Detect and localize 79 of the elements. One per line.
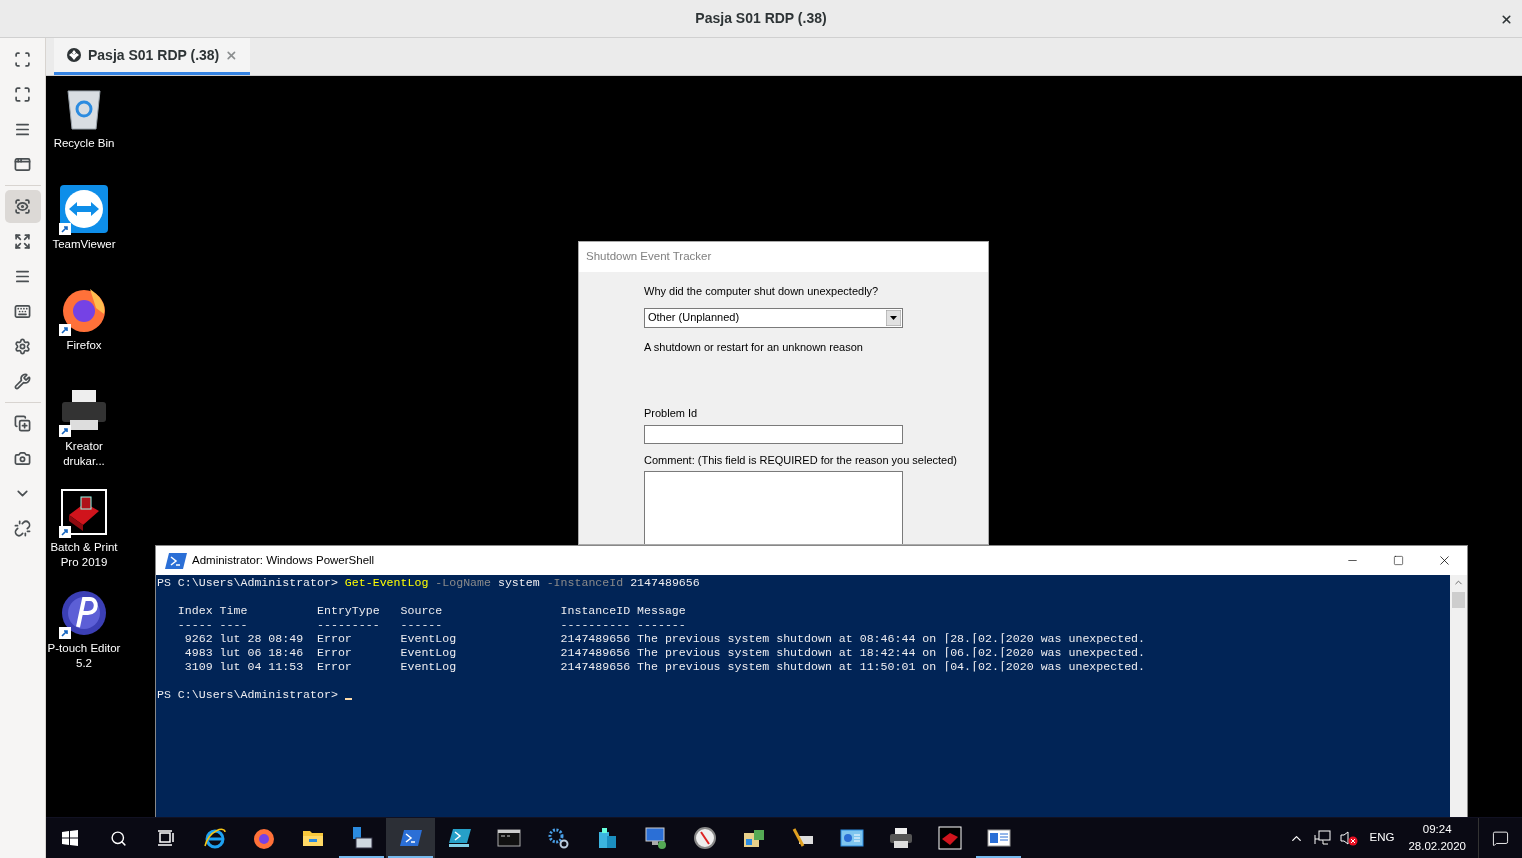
running-indicator — [339, 856, 384, 858]
firefox-icon — [60, 286, 108, 334]
dropdown-arrow-icon — [886, 309, 901, 326]
search-icon — [109, 829, 127, 847]
dropdown-value: Other (Unplanned) — [648, 310, 741, 326]
console-line: Index Time EntryType Source InstanceID Message — [176, 604, 686, 618]
question-label: Why did the computer shut down unexpectedly? — [644, 284, 879, 299]
shortcut-label: P-touch Editor 5.2 — [46, 641, 122, 671]
console-line: ----- ---- --------- ------ ---------- ------- — [176, 618, 686, 632]
dialog-title: Shutdown Event Tracker — [586, 249, 712, 265]
close-icon — [1499, 12, 1513, 26]
close-tab-icon[interactable] — [225, 48, 238, 62]
scan-icon — [14, 198, 31, 215]
toolbar-button[interactable] — [4, 190, 41, 223]
tab-label: Pasja S01 RDP (.38) — [88, 45, 220, 65]
scan-icon — [14, 51, 31, 68]
teamviewer-icon — [60, 185, 108, 233]
desktop-shortcut[interactable]: P-touch Editor 5.2 — [46, 587, 122, 688]
comment-label: Comment: (This field is REQUIRED for the reason you selected) — [644, 452, 957, 468]
clock-time: 09:24 — [1422, 822, 1452, 837]
desktop-shortcut[interactable]: Kreator drukar... — [46, 385, 122, 486]
console-line: 3109 lut 04 11:53 Error EventLog 2147489656 The previous system shutdown at 11:50:01 on ⌈04.⌈02.⌈2020 was unexpected. — [183, 660, 1146, 674]
running-indicator — [976, 856, 1021, 858]
desktop-shortcut[interactable]: TeamViewer — [46, 183, 122, 284]
label-printer-icon — [61, 489, 107, 535]
monitor-icon — [643, 826, 668, 850]
clock[interactable]: 09:24 28.02.2020 — [1408, 821, 1466, 855]
taskbar-app[interactable] — [386, 818, 435, 858]
compass-icon — [692, 826, 717, 850]
shortcut-label: Firefox — [65, 338, 103, 353]
windows-logo-icon — [62, 830, 78, 846]
unlink-icon — [14, 520, 31, 537]
console-line: PS C:\Users\Administrator> — [157, 688, 352, 702]
expand-icon — [14, 233, 31, 250]
fullscreen-icon — [14, 86, 31, 103]
console-line: 4983 lut 06 18:46 Error EventLog 2147489656 The previous system shutdown at 18:42:44 on ⌈06.⌈02.⌈2020 was unexpected. — [183, 646, 1146, 660]
reason-dropdown[interactable]: Other (Unplanned) — [644, 307, 903, 328]
shortcut-label: Kreator drukar... — [62, 439, 106, 469]
internet-explorer-icon — [202, 826, 227, 850]
console-line: PS C:\Users\Administrator> Get-EventLog -LogName system -InstanceId 2147489656 — [157, 576, 700, 590]
console-line: 9262 lut 28 08:49 Error EventLog 2147489656 The previous system shutdown at 08:46:44 on ⌈28.⌈02.⌈2020 was unexpected. — [183, 632, 1146, 646]
window-icon — [14, 156, 31, 173]
reason-description: A shutdown or restart for an unknown reason — [644, 339, 863, 355]
add-window-icon — [14, 415, 31, 432]
desktop-shortcut[interactable]: Batch & Print Pro 2019 — [46, 486, 122, 587]
problem-id-label: Problem Id — [644, 406, 698, 421]
window-title: Pasja S01 RDP (.38) — [695, 9, 827, 28]
desktop-shortcut[interactable]: Recycle Bin — [46, 82, 122, 183]
running-indicator — [388, 856, 433, 858]
label-printer-icon — [937, 826, 962, 850]
camera-icon — [14, 450, 31, 467]
desktop-shortcut[interactable]: Firefox — [46, 284, 122, 385]
firefox-icon — [251, 826, 276, 850]
menu-icon — [14, 268, 31, 285]
language-indicator[interactable]: ENG — [1369, 829, 1395, 847]
shortcut-label: Batch & Print Pro 2019 — [49, 540, 119, 570]
shortcut-label: Recycle Bin — [52, 136, 116, 151]
keyboard-icon — [14, 303, 31, 320]
control-panel-icon — [839, 826, 864, 850]
window-list-icon — [986, 826, 1011, 850]
problem-id-field[interactable] — [644, 424, 903, 444]
shortcut-label: TeamViewer — [51, 237, 117, 252]
printer-icon — [888, 826, 913, 850]
clock-date: 28.02.2020 — [1408, 839, 1466, 854]
menu-icon — [14, 121, 31, 138]
powershell-title: Administrator: Windows PowerShell — [192, 552, 375, 568]
scroll-thumb[interactable] — [1452, 592, 1465, 608]
task-view-icon — [157, 830, 175, 846]
command-prompt-icon — [496, 826, 521, 850]
volume-muted-icon[interactable] — [1339, 830, 1358, 846]
remote-desktop-icon — [66, 47, 82, 63]
tab[interactable]: Pasja S01 RDP (.38) — [54, 38, 250, 75]
maximize-icon — [1392, 555, 1404, 566]
wrench-icon — [14, 373, 31, 390]
network-icon[interactable] — [1313, 830, 1331, 846]
notifications-icon — [1492, 829, 1509, 847]
ptouch-icon — [60, 589, 108, 637]
settings-icon — [14, 338, 31, 355]
powershell-ise-icon — [447, 826, 472, 850]
